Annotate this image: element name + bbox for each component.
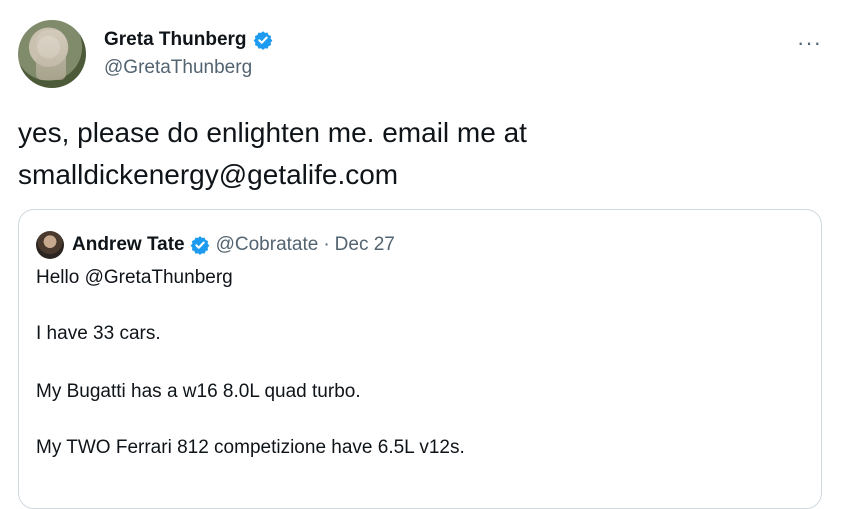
quoted-tweet-line: My TWO Ferrari 812 competizione have 6.5… [36,437,465,458]
quoted-tweet-line: I have 33 cars. [36,323,161,344]
quoted-tweet[interactable]: Andrew Tate @Cobratate · Dec 27 Hello @G… [18,209,822,509]
verified-badge-icon [190,235,210,255]
author-name-row: Greta Thunberg [104,29,273,51]
author-display-name[interactable]: Greta Thunberg [104,29,247,51]
quoted-tweet-line: My Bugatti has a w16 8.0L quad turbo. [36,381,361,402]
quoted-author-display-name[interactable]: Andrew Tate [72,234,185,256]
author-handle[interactable]: @GretaThunberg [104,57,252,79]
more-options-icon[interactable]: ··· [797,30,822,56]
author-avatar[interactable] [18,20,86,88]
quoted-tweet-line: Hello @GretaThunberg [36,267,233,288]
verified-badge-icon [253,30,273,50]
tweet-text: yes, please do enlighten me. email me at… [18,112,818,196]
quoted-author-handle[interactable]: @Cobratate [216,234,319,256]
quoted-tweet-header: Andrew Tate @Cobratate · Dec 27 [36,231,395,259]
quoted-tweet-date[interactable]: Dec 27 [335,234,395,256]
quoted-author-avatar[interactable] [36,231,64,259]
meta-separator: · [323,234,330,255]
tweet-text-line: smalldickenergy@getalife.com [18,159,399,190]
tweet: Greta Thunberg @GretaThunberg ··· yes, p… [0,0,850,509]
tweet-text-line: yes, please do enlighten me. email me at [18,117,527,148]
